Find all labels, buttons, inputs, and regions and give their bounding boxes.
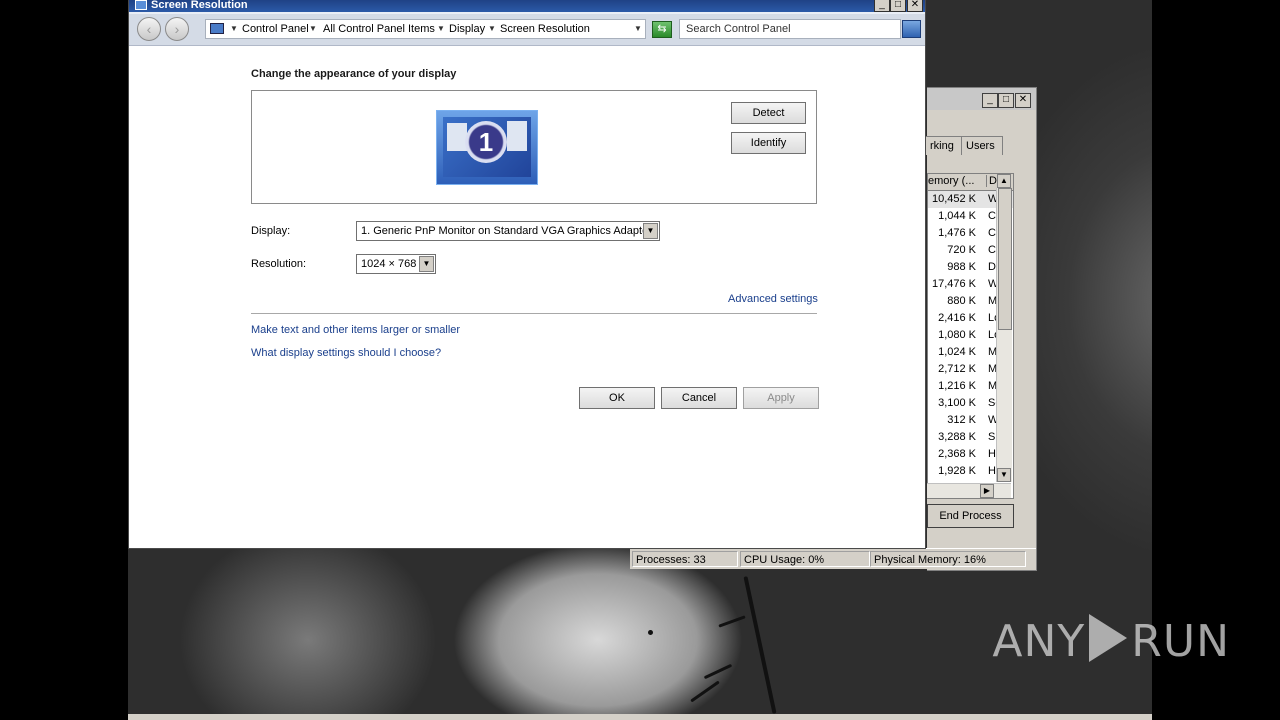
cancel-button[interactable]: Cancel <box>661 387 737 409</box>
process-memory: 1,928 K <box>938 465 976 477</box>
maximize-icon[interactable]: □ <box>998 93 1014 108</box>
process-memory: 2,712 K <box>938 363 976 375</box>
identify-button[interactable]: Identify <box>731 132 806 154</box>
process-list-vscrollbar[interactable]: ▲ ▼ <box>996 174 1012 482</box>
process-memory: 2,416 K <box>938 312 976 324</box>
status-memory: Physical Memory: 16% <box>870 551 1026 567</box>
process-list-hscrollbar[interactable]: ▶ <box>927 483 1011 498</box>
minimize-icon[interactable]: _ <box>982 93 998 108</box>
process-memory: 1,044 K <box>938 210 976 222</box>
breadcrumb-item[interactable]: All Control Panel Items <box>323 20 435 38</box>
window-icon <box>507 121 527 151</box>
breadcrumb-item[interactable]: Screen Resolution <box>500 20 590 38</box>
process-memory: 3,100 K <box>938 397 976 409</box>
column-memory[interactable]: emory (... <box>928 175 983 187</box>
window-title: Screen Resolution <box>151 0 248 11</box>
process-memory: 1,080 K <box>938 329 976 341</box>
process-memory: 10,452 K <box>931 193 976 205</box>
tab-networking[interactable]: rking <box>925 136 963 155</box>
resolution-select-value: 1024 × 768 <box>361 258 417 270</box>
process-memory: 312 K <box>947 414 976 426</box>
wallpaper-crack <box>703 663 733 680</box>
monitor-number: 1 <box>465 121 507 163</box>
divider <box>251 313 817 314</box>
window-titlebar[interactable]: Screen Resolution _ □ ✕ <box>129 0 925 12</box>
task-manager-statusbar: Processes: 33 CPU Usage: 0% Physical Mem… <box>630 548 1036 569</box>
process-memory: 1,476 K <box>938 227 976 239</box>
status-cpu: CPU Usage: 0% <box>740 551 870 567</box>
display-label: Display: <box>251 225 291 237</box>
anyrun-watermark: ANY RUN <box>992 614 1230 667</box>
monitor-1-icon[interactable]: 1 <box>436 110 538 185</box>
breadcrumb[interactable]: ▼ Control Panel ▼ All Control Panel Item… <box>205 19 646 39</box>
screen-resolution-window[interactable]: Screen Resolution _ □ ✕ ‹ › ▼ Control Pa… <box>128 0 926 549</box>
display-help-link[interactable]: What display settings should I choose? <box>251 345 441 361</box>
minimize-icon[interactable]: _ <box>874 0 890 12</box>
wallpaper-spot <box>648 630 653 635</box>
close-icon[interactable]: ✕ <box>907 0 923 12</box>
tab-users[interactable]: Users <box>961 136 1003 155</box>
task-manager-window[interactable]: _ □ ✕ rking Users emory (... D 10,452 KW… <box>925 87 1037 571</box>
play-icon <box>1089 614 1128 662</box>
chevron-down-icon[interactable]: ▼ <box>309 20 317 38</box>
main-content: Change the appearance of your display 1 … <box>129 46 925 548</box>
address-toolbar: ‹ › ▼ Control Panel ▼ All Control Panel … <box>129 14 925 46</box>
breadcrumb-item[interactable]: Control Panel <box>242 20 309 38</box>
status-processes: Processes: 33 <box>632 551 738 567</box>
taskbar-edge <box>128 714 1152 720</box>
control-panel-icon <box>210 23 224 34</box>
page-title: Change the appearance of your display <box>251 68 457 80</box>
resolution-label: Resolution: <box>251 258 307 270</box>
advanced-settings-link[interactable]: Advanced settings <box>728 291 818 307</box>
close-icon[interactable]: ✕ <box>1015 93 1031 108</box>
text-size-link[interactable]: Make text and other items larger or smal… <box>251 322 460 338</box>
maximize-icon[interactable]: □ <box>890 0 906 12</box>
resolution-select[interactable]: 1024 × 768 ▼ <box>356 254 436 274</box>
chevron-down-icon[interactable]: ▼ <box>419 256 434 272</box>
forward-button[interactable]: › <box>165 17 189 41</box>
breadcrumb-item[interactable]: Display <box>449 20 485 38</box>
wallpaper-crack <box>690 680 720 703</box>
display-select[interactable]: 1. Generic PnP Monitor on Standard VGA G… <box>356 221 660 241</box>
detect-button[interactable]: Detect <box>731 102 806 124</box>
display-select-value: 1. Generic PnP Monitor on Standard VGA G… <box>361 225 652 237</box>
process-memory: 2,368 K <box>938 448 976 460</box>
chevron-down-icon[interactable]: ▼ <box>437 20 445 38</box>
process-memory: 1,024 K <box>938 346 976 358</box>
window-icon <box>447 123 467 151</box>
display-icon <box>135 0 147 10</box>
back-button[interactable]: ‹ <box>137 17 161 41</box>
search-input[interactable]: Search Control Panel <box>679 19 901 39</box>
ok-button[interactable]: OK <box>579 387 655 409</box>
scroll-thumb[interactable] <box>998 188 1012 330</box>
process-memory: 720 K <box>947 244 976 256</box>
chevron-down-icon[interactable]: ▼ <box>230 20 238 38</box>
chevron-down-icon[interactable]: ▼ <box>488 20 496 38</box>
process-memory: 1,216 K <box>938 380 976 392</box>
display-preview: 1 Detect Identify <box>251 90 817 204</box>
process-memory: 17,476 K <box>931 278 976 290</box>
wallpaper-crack <box>743 576 777 714</box>
process-memory: 988 K <box>947 261 976 273</box>
apply-button[interactable]: Apply <box>743 387 819 409</box>
chevron-down-icon[interactable]: ▼ <box>643 223 658 239</box>
task-manager-titlebar[interactable]: _ □ ✕ <box>927 88 1036 110</box>
scroll-right-icon[interactable]: ▶ <box>980 484 994 498</box>
column-description[interactable]: D <box>986 175 997 187</box>
refresh-icon[interactable]: ⇆ <box>652 21 672 38</box>
address-dropdown-icon[interactable]: ▼ <box>634 20 642 38</box>
wallpaper-crack <box>718 615 746 628</box>
search-icon[interactable] <box>902 20 921 38</box>
process-memory: 3,288 K <box>938 431 976 443</box>
process-memory: 880 K <box>947 295 976 307</box>
scroll-up-icon[interactable]: ▲ <box>997 174 1011 188</box>
scroll-down-icon[interactable]: ▼ <box>997 468 1011 482</box>
end-process-button[interactable]: End Process <box>927 504 1014 528</box>
